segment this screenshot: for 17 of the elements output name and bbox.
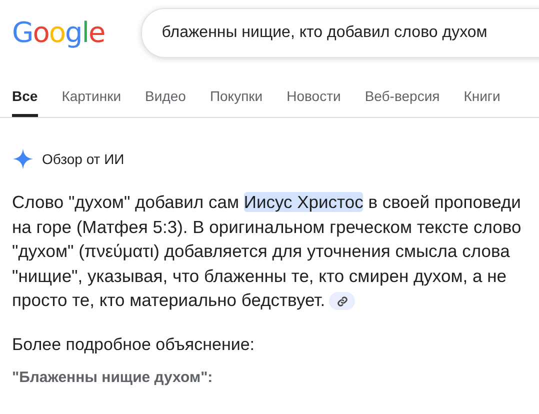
search-field[interactable]: блаженны нищие, кто добавил слово духом	[140, 8, 539, 58]
tab[interactable]: Книги	[464, 80, 500, 117]
ai-overview-title: Обзор от ИИ	[42, 151, 124, 167]
tab[interactable]: Видео	[145, 80, 186, 117]
tab[interactable]: Покупки	[210, 80, 263, 117]
link-button[interactable]	[329, 292, 356, 310]
logo[interactable]: Google	[12, 19, 105, 47]
answer-paragraph: Слово "духом" добавил сам Иисус Христос в своей проповеди на горе (Матфея 5:3). В оригинальном греческом тексте слово "духом" (πνεύματι) добавляется для уточнения смысла слова "нищие", указывая, что блаженны те, кто смирен духом, а не просто те, кто материально бедствует.	[12, 191, 522, 312]
tab[interactable]: Веб-версия	[364, 80, 440, 117]
tab[interactable]: Все	[12, 80, 38, 117]
subheading: "Блаженны нищие духом":	[12, 368, 214, 386]
tab[interactable]: Картинки	[62, 80, 122, 117]
section-heading: Более подробное объяснение:	[12, 334, 256, 354]
link-icon	[336, 296, 348, 307]
sparkle-icon	[12, 148, 34, 170]
highlighted-link[interactable]: Иисус Христос	[244, 192, 364, 212]
tab[interactable]: Новости	[286, 80, 341, 117]
